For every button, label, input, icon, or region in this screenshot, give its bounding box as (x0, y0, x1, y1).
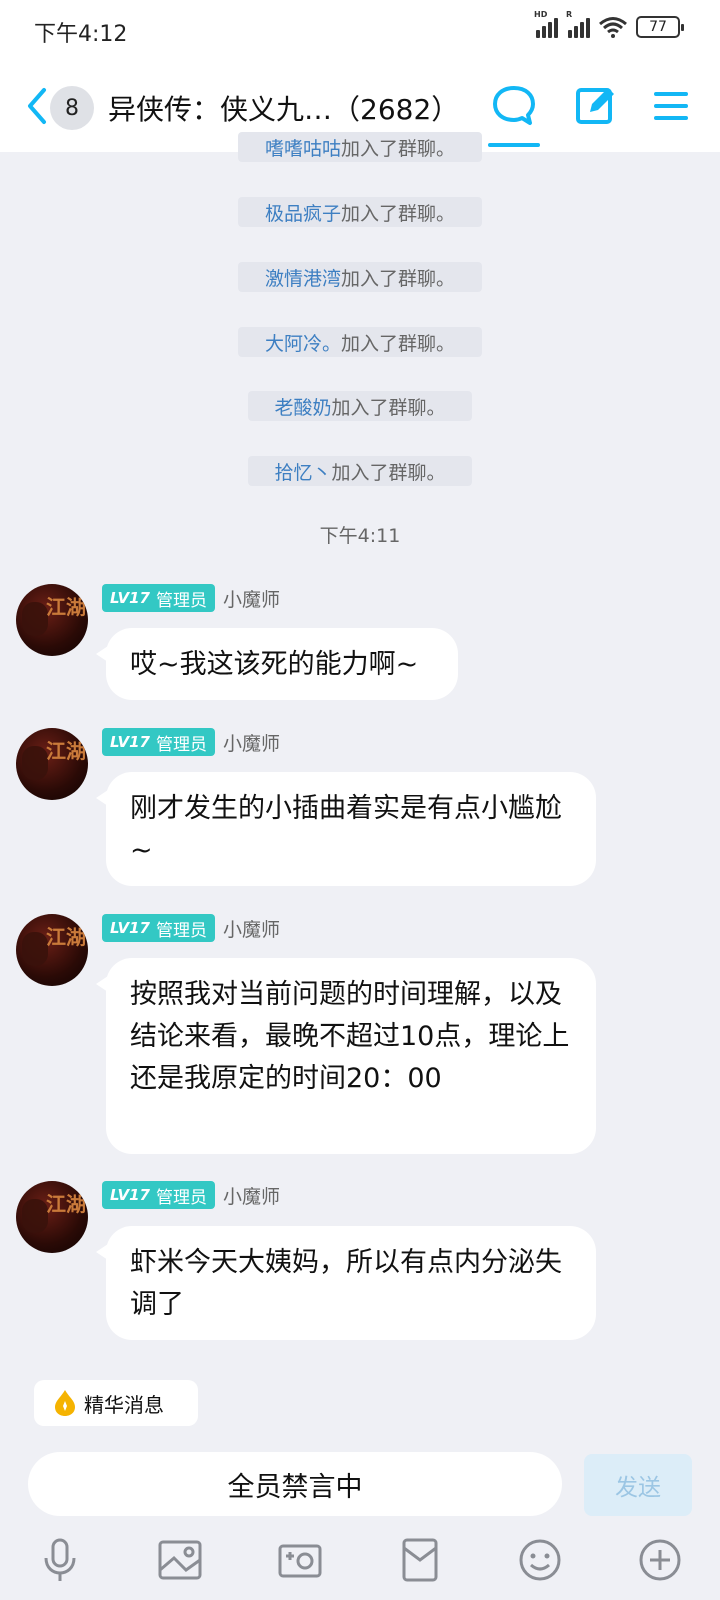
sender-name[interactable]: 小魔师 (223, 729, 280, 756)
system-message: 极品疯子 加入了群聊。 (238, 197, 482, 227)
image-icon[interactable] (156, 1536, 204, 1584)
avatar-face (22, 602, 48, 636)
system-message: 拾忆丶 加入了群聊。 (248, 456, 472, 486)
group-title[interactable]: 异侠传：侠义九…（2682） (108, 88, 459, 128)
battery-level: 77 (649, 19, 667, 35)
level-label: LV17 (110, 1186, 150, 1204)
message-bubble[interactable]: 哎~我这该死的能力啊~ (96, 628, 458, 700)
system-message: 激情港湾 加入了群聊。 (238, 262, 482, 292)
message-meta: LV17 管理员 小魔师 (102, 728, 280, 756)
avatar-text: 江湖 (46, 739, 86, 763)
admin-level-badge: LV17 管理员 (102, 1181, 215, 1209)
role-label: 管理员 (155, 734, 207, 755)
admin-level-badge: LV17 管理员 (102, 728, 215, 756)
avatar-face (22, 746, 48, 780)
unread-count-badge[interactable]: 8 (50, 86, 94, 130)
signal-icon-2: R (566, 10, 590, 38)
avatar-text: 江湖 (46, 925, 86, 949)
signal-icon: HD (534, 10, 558, 38)
system-message: 老酸奶 加入了群聊。 (248, 391, 472, 421)
admin-level-badge: LV17 管理员 (102, 914, 215, 942)
emoji-icon[interactable] (516, 1536, 564, 1584)
avatar[interactable]: 江湖 (16, 914, 88, 986)
admin-level-badge: LV17 管理员 (102, 584, 215, 612)
message-bubble[interactable]: 虾米今天大姨妈，所以有点内分泌失调了 (96, 1226, 596, 1340)
plus-icon[interactable] (636, 1536, 684, 1584)
message-bubble[interactable]: 刚才发生的小插曲着实是有点小尴尬~ (96, 772, 596, 886)
status-bar: 下午4:12 HD R 77 (0, 0, 720, 62)
essence-label: 精华消息 (84, 1392, 164, 1417)
system-text: 加入了群聊。 (341, 267, 456, 290)
camera-icon[interactable] (276, 1536, 324, 1584)
avatar[interactable]: 江湖 (16, 1181, 88, 1253)
system-text: 加入了群聊。 (341, 137, 456, 160)
member-nick[interactable]: 老酸奶 (274, 393, 331, 420)
signal-tag: HD (534, 10, 548, 19)
message-meta: LV17 管理员 小魔师 (102, 1181, 280, 1209)
system-message: 大阿冷。 加入了群聊。 (238, 327, 482, 357)
essence-messages-button[interactable]: 精华消息 (34, 1380, 198, 1426)
system-text: 加入了群聊。 (331, 396, 446, 419)
sender-name[interactable]: 小魔师 (223, 915, 280, 942)
signal-tag-2: R (566, 10, 573, 19)
avatar-text: 江湖 (46, 1192, 86, 1216)
avatar-face (22, 932, 48, 966)
role-label: 管理员 (155, 1187, 207, 1208)
flame-icon (55, 1390, 75, 1416)
avatar[interactable]: 江湖 (16, 584, 88, 656)
red-packet-icon[interactable] (396, 1536, 444, 1584)
input-toolbar (0, 1536, 720, 1592)
member-nick[interactable]: 极品疯子 (265, 199, 341, 226)
level-label: LV17 (110, 733, 150, 751)
edit-icon[interactable] (572, 82, 620, 130)
message-bubble[interactable]: 按照我对当前问题的时间理解，以及结论来看，最晚不超过10点，理论上还是我原定的时… (96, 958, 596, 1154)
status-icons: HD R 77 (534, 10, 684, 38)
level-label: LV17 (110, 919, 150, 937)
send-button[interactable]: 发送 (584, 1454, 692, 1516)
system-text: 加入了群聊。 (341, 202, 456, 225)
message-meta: LV17 管理员 小魔师 (102, 584, 280, 612)
battery-icon: 77 (636, 16, 684, 38)
time-separator: 下午4:11 (319, 525, 401, 547)
role-label: 管理员 (155, 920, 207, 941)
chat-bubble-icon[interactable] (490, 82, 538, 130)
member-nick[interactable]: 嗜嗜咕咕 (265, 134, 341, 161)
member-nick[interactable]: 激情港湾 (265, 264, 341, 291)
input-area: 全员禁言中 发送 (0, 1444, 720, 1600)
message-input[interactable]: 全员禁言中 (28, 1452, 562, 1516)
sender-name[interactable]: 小魔师 (223, 1182, 280, 1209)
chevron-left-icon[interactable] (22, 84, 52, 128)
menu-icon[interactable] (648, 82, 696, 130)
microphone-icon[interactable] (36, 1536, 84, 1584)
wifi-icon (599, 17, 627, 38)
message-meta: LV17 管理员 小魔师 (102, 914, 280, 942)
system-text: 加入了群聊。 (341, 332, 456, 355)
sender-name[interactable]: 小魔师 (223, 585, 280, 612)
avatar-face (22, 1199, 48, 1233)
active-tab-indicator (488, 143, 540, 147)
system-message: 嗜嗜咕咕 加入了群聊。 (238, 132, 482, 162)
avatar[interactable]: 江湖 (16, 728, 88, 800)
level-label: LV17 (110, 589, 150, 607)
avatar-text: 江湖 (46, 595, 86, 619)
role-label: 管理员 (155, 590, 207, 611)
member-nick[interactable]: 大阿冷。 (265, 329, 341, 356)
status-time: 下午4:12 (34, 22, 128, 47)
system-text: 加入了群聊。 (331, 461, 446, 484)
member-nick[interactable]: 拾忆丶 (274, 458, 331, 485)
